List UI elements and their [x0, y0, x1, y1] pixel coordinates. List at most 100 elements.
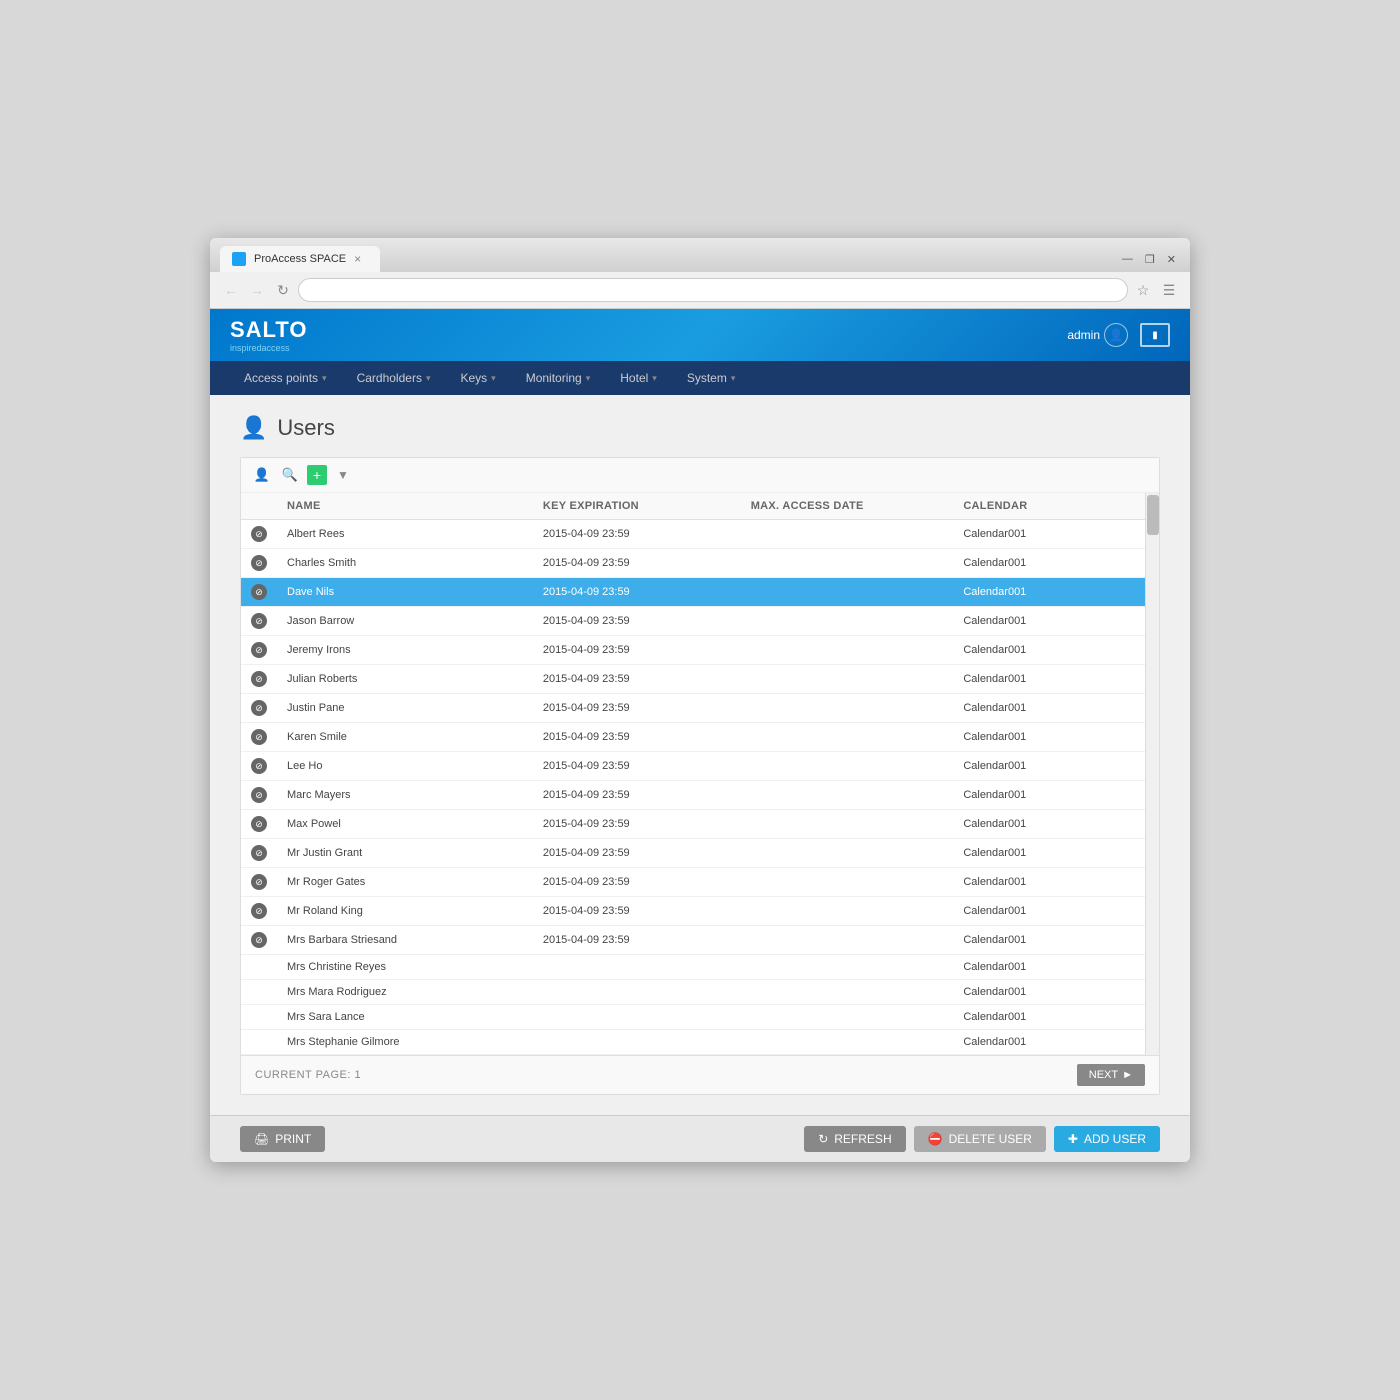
row-name: Max Powel [277, 810, 533, 839]
users-table: NAME KEY EXPIRATION MAX. ACCESS DATE CAL… [241, 493, 1145, 1055]
table-row[interactable]: Mrs Sara LanceCalendar001 [241, 1005, 1145, 1030]
refresh-button[interactable]: ↻ REFRESH [804, 1126, 905, 1152]
col-header-max-access-date[interactable]: MAX. ACCESS DATE [741, 493, 954, 520]
monitor-icon: ▮ [1140, 323, 1170, 347]
address-bar[interactable] [298, 278, 1128, 302]
row-calendar: Calendar001 [953, 636, 1145, 665]
filter-icon[interactable]: ▼ [333, 465, 353, 485]
row-calendar: Calendar001 [953, 868, 1145, 897]
row-icon-cell: ⊘ [241, 607, 277, 636]
row-key-expiration: 2015-04-09 23:59 [533, 868, 741, 897]
chevron-down-icon: ▾ [731, 373, 736, 384]
row-key-expiration: 2015-04-09 23:59 [533, 723, 741, 752]
row-max-access-date [741, 694, 954, 723]
table-row[interactable]: ⊘Mr Roland King2015-04-09 23:59Calendar0… [241, 897, 1145, 926]
add-row-button[interactable]: + [307, 465, 327, 485]
table-row[interactable]: ⊘Lee Ho2015-04-09 23:59Calendar001 [241, 752, 1145, 781]
nav-system[interactable]: System ▾ [673, 361, 750, 395]
table-row[interactable]: Mrs Stephanie GilmoreCalendar001 [241, 1030, 1145, 1055]
menu-button[interactable]: ☰ [1158, 279, 1180, 301]
logo-access: access [262, 343, 290, 353]
row-icon-cell: ⊘ [241, 665, 277, 694]
row-icon-cell: ⊘ [241, 578, 277, 607]
row-calendar: Calendar001 [953, 665, 1145, 694]
table-row[interactable]: ⊘Charles Smith2015-04-09 23:59Calendar00… [241, 549, 1145, 578]
table-row[interactable]: ⊘Justin Pane2015-04-09 23:59Calendar001 [241, 694, 1145, 723]
nav-hotel[interactable]: Hotel ▾ [606, 361, 671, 395]
row-max-access-date [741, 980, 954, 1005]
current-page-label: CURRENT PAGE: 1 [255, 1069, 361, 1081]
tab-close-button[interactable]: × [354, 252, 361, 266]
table-row[interactable]: ⊘Karen Smile2015-04-09 23:59Calendar001 [241, 723, 1145, 752]
table-row[interactable]: ⊘Julian Roberts2015-04-09 23:59Calendar0… [241, 665, 1145, 694]
row-key-expiration: 2015-04-09 23:59 [533, 781, 741, 810]
row-calendar: Calendar001 [953, 980, 1145, 1005]
bottom-toolbar: 🖨 PRINT ↻ REFRESH ⛔ DELETE USER ✚ ADD US… [210, 1115, 1190, 1162]
table-row[interactable]: ⊘Marc Mayers2015-04-09 23:59Calendar001 [241, 781, 1145, 810]
reload-button[interactable]: ↻ [272, 279, 294, 301]
nav-cardholders[interactable]: Cardholders ▾ [343, 361, 445, 395]
table-row[interactable]: ⊘Dave Nils2015-04-09 23:59Calendar001 [241, 578, 1145, 607]
table-row[interactable]: ⊘Max Powel2015-04-09 23:59Calendar001 [241, 810, 1145, 839]
close-button[interactable]: ✕ [1163, 251, 1180, 268]
table-row[interactable]: ⊘Mr Roger Gates2015-04-09 23:59Calendar0… [241, 868, 1145, 897]
row-key-expiration: 2015-04-09 23:59 [533, 607, 741, 636]
header-right: admin 👤 ▮ [1067, 323, 1170, 347]
users-table-container: 👤 🔍 + ▼ NAME KEY EXPIRATION MAX. ACCESS … [240, 457, 1160, 1095]
table-row[interactable]: Mrs Christine ReyesCalendar001 [241, 955, 1145, 980]
col-header-calendar[interactable]: CALENDAR [953, 493, 1145, 520]
app-header: SALTO inspiredaccess admin 👤 ▮ [210, 309, 1190, 361]
key-icon: ⊘ [251, 874, 267, 890]
back-button[interactable]: ← [220, 279, 242, 301]
scrollbar[interactable] [1145, 493, 1159, 1055]
browser-controls: ← → ↻ ☆ ☰ [210, 272, 1190, 309]
row-calendar: Calendar001 [953, 520, 1145, 549]
nav-access-points[interactable]: Access points ▾ [230, 361, 341, 395]
logo-main-text: SALTO [230, 317, 308, 343]
row-name: Mrs Barbara Striesand [277, 926, 533, 955]
app-nav: Access points ▾ Cardholders ▾ Keys ▾ Mon… [210, 361, 1190, 395]
table-row[interactable]: ⊘Albert Rees2015-04-09 23:59Calendar001 [241, 520, 1145, 549]
row-name: Lee Ho [277, 752, 533, 781]
table-row[interactable]: ⊘Mr Justin Grant2015-04-09 23:59Calendar… [241, 839, 1145, 868]
row-icon-cell: ⊘ [241, 723, 277, 752]
add-user-button[interactable]: ✚ ADD USER [1054, 1126, 1160, 1152]
row-name: Marc Mayers [277, 781, 533, 810]
next-button[interactable]: NEXT ► [1077, 1064, 1145, 1086]
table-row[interactable]: ⊘Jeremy Irons2015-04-09 23:59Calendar001 [241, 636, 1145, 665]
row-name: Dave Nils [277, 578, 533, 607]
row-key-expiration: 2015-04-09 23:59 [533, 694, 741, 723]
nav-monitoring[interactable]: Monitoring ▾ [512, 361, 605, 395]
row-max-access-date [741, 1005, 954, 1030]
bookmark-button[interactable]: ☆ [1132, 279, 1154, 301]
row-name: Jeremy Irons [277, 636, 533, 665]
print-button[interactable]: 🖨 PRINT [240, 1126, 325, 1152]
table-with-scrollbar: NAME KEY EXPIRATION MAX. ACCESS DATE CAL… [241, 493, 1159, 1055]
row-key-expiration [533, 955, 741, 980]
user-icon: 👤 [1104, 323, 1128, 347]
row-max-access-date [741, 752, 954, 781]
row-icon-cell: ⊘ [241, 781, 277, 810]
row-max-access-date [741, 578, 954, 607]
table-row[interactable]: ⊘Jason Barrow2015-04-09 23:59Calendar001 [241, 607, 1145, 636]
col-header-name[interactable]: NAME [277, 493, 533, 520]
col-header-key-expiration[interactable]: KEY EXPIRATION [533, 493, 741, 520]
table-body: ⊘Albert Rees2015-04-09 23:59Calendar001⊘… [241, 520, 1145, 1055]
restore-button[interactable]: ❐ [1141, 251, 1159, 268]
row-max-access-date [741, 781, 954, 810]
table-row[interactable]: Mrs Mara RodriguezCalendar001 [241, 980, 1145, 1005]
row-max-access-date [741, 723, 954, 752]
tab-favicon [232, 252, 246, 266]
row-name: Justin Pane [277, 694, 533, 723]
key-icon: ⊘ [251, 729, 267, 745]
browser-tab[interactable]: ProAccess SPACE × [220, 246, 380, 272]
chevron-down-icon: ▾ [586, 373, 591, 384]
nav-keys[interactable]: Keys ▾ [446, 361, 509, 395]
search-icon[interactable]: 🔍 [279, 464, 301, 486]
row-icon-cell: ⊘ [241, 520, 277, 549]
forward-button[interactable]: → [246, 279, 268, 301]
delete-user-button[interactable]: ⛔ DELETE USER [914, 1126, 1046, 1152]
table-row[interactable]: ⊘Mrs Barbara Striesand2015-04-09 23:59Ca… [241, 926, 1145, 955]
row-calendar: Calendar001 [953, 1030, 1145, 1055]
minimize-button[interactable]: — [1118, 251, 1137, 267]
